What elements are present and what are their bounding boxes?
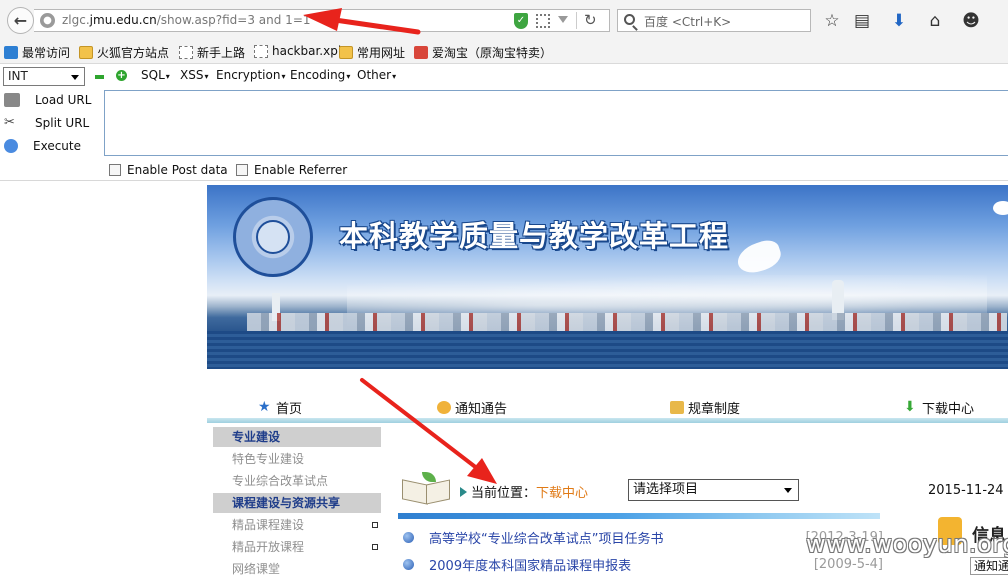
bullet-icon [403,559,414,570]
hackbar-url-textarea[interactable] [104,90,1008,156]
seal-center [256,220,290,254]
sidebar-menu: 专业建设 特色专业建设 专业综合改革试点 课程建设与资源共享 精品课程建设 精品… [213,427,381,575]
sidebar-item-quality-courses[interactable]: 精品课程建设 [213,515,381,535]
folder-icon [670,401,684,414]
taobao-icon [414,46,428,59]
scissors-icon: ✂ [4,115,15,130]
search-icon [624,14,635,25]
menu-encryption[interactable]: Encryption [216,68,285,82]
page-icon [179,46,193,59]
divider [0,180,1008,181]
bookmark-star-icon [4,46,18,59]
folder-icon [79,46,93,59]
triangle-icon [460,486,467,497]
divider [576,12,577,29]
menu-sql[interactable]: SQL [141,68,170,82]
news-date: [2009-5-4] [813,557,883,572]
back-icon[interactable]: ← [7,7,34,34]
checkbox-box[interactable] [236,164,248,176]
nav-regulations[interactable]: 规章制度 [670,398,740,417]
dove-image [733,236,785,278]
reload-icon[interactable]: ↻ [584,11,597,29]
hackbar-actions: Load URL ✂ Split URL Execute [0,88,104,158]
search-bar[interactable]: 百度 <Ctrl+K> [617,9,811,32]
shield-icon[interactable]: ✓ [514,13,528,29]
open-book-icon [400,472,452,506]
breadcrumb-current: 下载中心 [536,486,589,501]
sidebar-heading-courses[interactable]: 课程建设与资源共享 [213,493,381,513]
execute-button[interactable]: Execute [0,136,104,156]
university-seal-logo [233,197,313,277]
expand-box-icon[interactable] [372,522,378,528]
search-placeholder: 百度 <Ctrl+K> [644,15,732,29]
sidebar-item-featured-major[interactable]: 特色专业建设 [213,449,381,469]
checkbox-box[interactable] [109,164,121,176]
notice-icon [437,401,451,414]
banner-title: 本科教学质量与教学改革工程 [339,219,730,253]
globe-icon: ● [40,13,55,28]
site-banner: 本科教学质量与教学改革工程 [207,185,1008,369]
star-icon: ★ [258,399,271,415]
bookmark-firefox-site[interactable]: 火狐官方站点 [79,44,169,61]
folder-icon [339,46,353,59]
menu-xss[interactable]: XSS [180,68,208,82]
book-page [402,479,428,505]
dove-image [993,201,1008,215]
news-title-link[interactable]: 2009年度本科国家精品课程申报表 [429,555,631,574]
banner-skyline [247,313,1007,331]
enable-post-data-checkbox[interactable]: Enable Post data [109,163,228,177]
navigation-toolbar: ← ● zlgc.jmu.edu.cn/show.asp?fid=3 and 1… [0,0,1008,40]
sidebar-item-online-class[interactable]: 网络课堂 [213,559,381,575]
content-divider-bar [398,513,880,519]
tab-notices[interactable]: 通知通 [970,557,1008,575]
load-url-button[interactable]: Load URL [0,90,104,110]
play-icon [4,139,18,153]
sidebar-item-reform-pilot[interactable]: 专业综合改革试点 [213,471,381,491]
book-leaf [422,472,436,482]
download-icon: ⬇ [904,399,916,415]
download-icon[interactable]: ⬇ [889,11,909,31]
sidebar-item-open-courses[interactable]: 精品开放课程 [213,537,381,557]
hackbar-toolbar: INT + SQL XSS Encryption Encoding Other [0,65,1008,87]
url-text[interactable]: zlgc.jmu.edu.cn/show.asp?fid=3 and 1=1 [62,13,311,27]
menu-encoding[interactable]: Encoding [290,68,350,82]
load-icon [4,93,20,107]
book-page [426,479,450,505]
url-dropdown-icon[interactable] [558,16,568,23]
page-icon [254,44,268,58]
nav-downloads[interactable]: ⬇ 下载中心 [904,398,974,417]
current-date: 2015-11-24 [928,483,1004,498]
bookmark-aitaobao[interactable]: 爱淘宝（原淘宝特卖） [414,44,552,61]
url-bar[interactable]: ● zlgc.jmu.edu.cn/show.asp?fid=3 and 1=1… [34,9,610,32]
hackbar-type-select[interactable]: INT [3,67,85,86]
bullet-icon [403,532,414,543]
breadcrumb-label: 当前位置： [471,486,537,501]
split-url-button[interactable]: ✂ Split URL [0,113,104,133]
news-title-link[interactable]: 高等学校“专业综合改革试点”项目任务书 [429,528,663,547]
project-select[interactable]: 请选择项目 [628,479,799,501]
chat-icon[interactable]: ☻ [961,11,981,31]
bookmarks-toolbar: 最常访问 火狐官方站点 新手上路 hackbar.xpi 常用网址 爱淘宝（原淘… [0,40,1008,64]
bookmark-getting-started[interactable]: 新手上路 [179,44,245,61]
bookmark-most-visited[interactable]: 最常访问 [4,44,70,61]
nav-notices[interactable]: 通知通告 [437,398,507,417]
home-icon[interactable]: ⌂ [925,11,945,31]
nav-home[interactable]: ★ 首页 [258,398,302,417]
reader-icon[interactable]: ▤ [852,11,872,31]
enable-referrer-checkbox[interactable]: Enable Referrer [236,163,347,177]
banner-sea [207,331,1008,369]
site-nav: ★ 首页 通知通告 规章制度 ⬇ 下载中心 [207,393,1008,419]
star-icon[interactable]: ☆ [822,11,842,31]
plus-icon[interactable]: + [116,70,127,81]
nav-divider [207,418,1008,423]
sidebar-heading-major[interactable]: 专业建设 [213,427,381,447]
menu-other[interactable]: Other [357,68,396,82]
watermark: www.wooyun.org [806,530,1008,558]
bookmark-hackbar[interactable]: hackbar.xpi [254,44,341,58]
bookmark-common-sites[interactable]: 常用网址 [339,44,405,61]
qr-icon[interactable] [536,14,550,28]
expand-box-icon[interactable] [372,544,378,550]
minus-icon[interactable] [95,75,104,79]
breadcrumb: 当前位置： 下载中心 [460,482,588,501]
